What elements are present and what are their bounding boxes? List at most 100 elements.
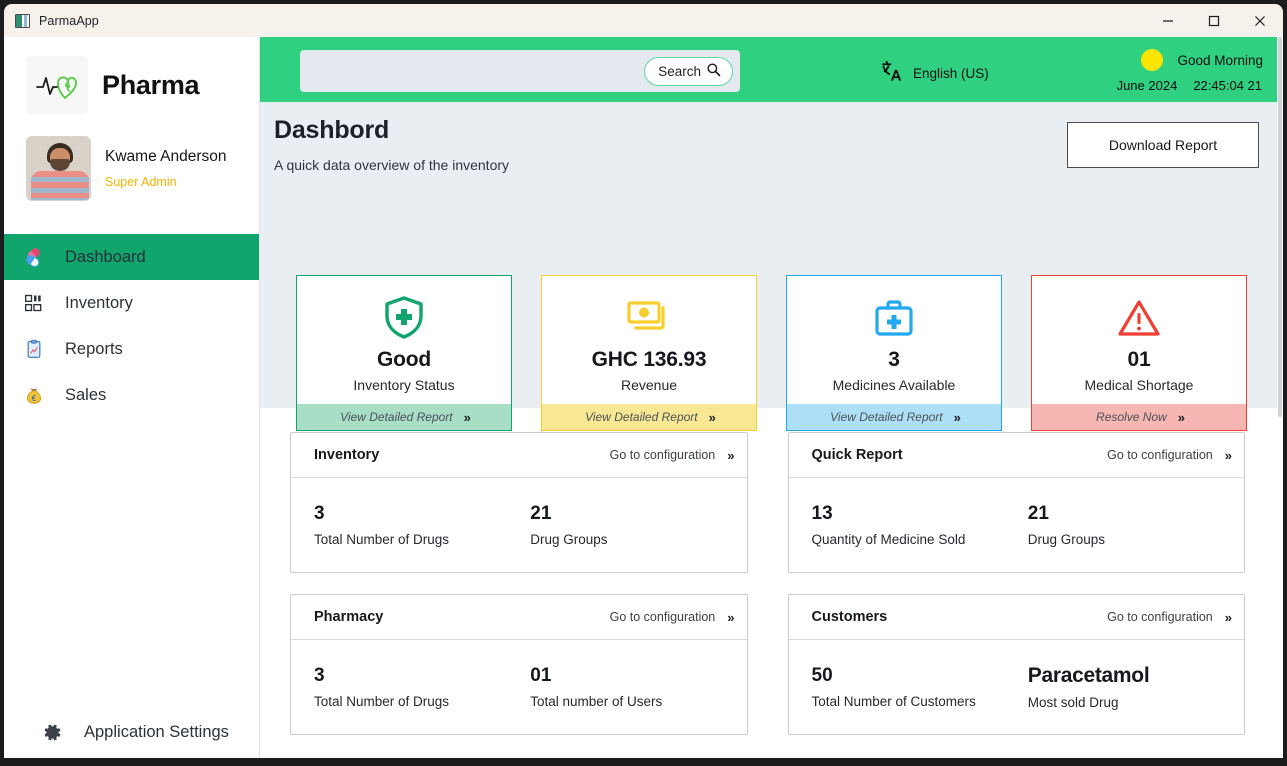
info-box-body: 3 Total Number of Drugs 01 Total number … [291, 640, 747, 734]
app-root: ParmaApp Pharma Kwame Anderson Super Adm… [0, 0, 1287, 766]
scrollbar-thumb[interactable] [1278, 37, 1282, 417]
info-box-stat-label: Total number of Users [530, 694, 663, 709]
info-box-stat: 21 Drug Groups [1028, 503, 1244, 547]
status-card-action-label: View Detailed Report [340, 410, 453, 424]
double-chevron-right-icon: » [1177, 409, 1185, 425]
status-card-action[interactable]: View Detailed Report » [542, 404, 756, 430]
svg-text:€: € [32, 394, 37, 403]
window-title: ParmaApp [39, 13, 99, 28]
main-content: Search English (US) Good Morning June 20… [260, 37, 1283, 758]
go-to-configuration-label: Go to configuration [609, 448, 716, 462]
vertical-scrollbar[interactable] [1277, 37, 1283, 758]
info-box-customers: Customers Go to configuration » 50 Total… [787, 594, 1245, 735]
info-box-stat-value: 21 [530, 503, 552, 524]
search-icon [706, 62, 721, 80]
status-card-list: Good Inventory Status View Detailed Repo… [296, 275, 1247, 431]
status-card-value: Good [376, 348, 432, 371]
user-profile[interactable]: Kwame Anderson Super Admin [4, 114, 259, 201]
datetime-row: June 2024 22:45:04 21 [963, 78, 1263, 93]
sidebar-item-dashboard[interactable]: Dashboard [4, 234, 259, 280]
overview-panel: Dashbord A quick data overview of the in… [260, 102, 1283, 431]
brand-name: Pharma [102, 69, 200, 100]
title-bar: ParmaApp [4, 4, 1283, 37]
inventory-blocks-icon [22, 291, 46, 315]
info-box-header: Inventory Go to configuration » [291, 433, 747, 478]
info-box-stat-label: Total Number of Drugs [314, 694, 450, 709]
status-card-body: 3 Medicines Available [787, 276, 1001, 404]
money-bag-icon: € [22, 383, 46, 407]
greeting-time: 22:45:04 21 [1193, 78, 1262, 93]
info-box-stat-label: Drug Groups [1027, 532, 1106, 547]
clipboard-icon [22, 337, 46, 361]
sidebar: Pharma Kwame Anderson Super Admin Dashbo… [4, 37, 260, 758]
info-box-stat-value: 21 [1027, 503, 1049, 524]
double-chevron-right-icon: » [1224, 447, 1232, 463]
info-box-header: Customers Go to configuration » [788, 595, 1244, 640]
download-report-button[interactable]: Download Report [1067, 122, 1259, 168]
status-card-action-label: Resolve Now [1096, 410, 1167, 424]
sidebar-item-label: Sales [65, 385, 107, 404]
info-box-stat: 3 Total Number of Drugs [314, 665, 530, 709]
double-chevron-right-icon: » [1224, 609, 1232, 625]
sidebar-item-label: Inventory [65, 293, 133, 312]
sidebar-item-label: Dashboard [65, 247, 146, 266]
info-box-stat: 13 Quantity of Medicine Sold [812, 503, 1028, 547]
double-chevron-right-icon: » [727, 447, 734, 463]
warning-triangle-icon [1116, 294, 1162, 342]
maximize-icon[interactable] [1191, 4, 1237, 37]
status-card-body: GHC 136.93 Revenue [542, 276, 756, 404]
status-card-body: 01 Medical Shortage [1032, 276, 1246, 404]
go-to-configuration-label: Go to configuration [1107, 610, 1213, 624]
page-subtitle: A quick data overview of the inventory [274, 157, 510, 173]
brand: Pharma [4, 37, 259, 114]
info-box-stat: 50 Total Number of Customers [812, 665, 1028, 709]
search-button[interactable]: Search [644, 56, 733, 86]
cash-icon [625, 294, 673, 342]
double-chevron-right-icon: » [463, 409, 471, 425]
status-card-revenue[interactable]: GHC 136.93 Revenue View Detailed Report … [541, 275, 757, 431]
status-card-body: Good Inventory Status [297, 276, 511, 404]
search-container: Search [300, 50, 740, 92]
double-chevron-right-icon: » [727, 609, 734, 625]
info-box-stat-label: Total Number of Customers [811, 694, 976, 709]
info-box-stat: 01 Total number of Users [530, 665, 746, 709]
sidebar-item-sales[interactable]: € Sales [4, 372, 259, 418]
status-card-action-label: View Detailed Report [585, 410, 698, 424]
greeting-text: Good Morning [1177, 52, 1263, 68]
go-to-configuration-label: Go to configuration [1107, 448, 1213, 462]
go-to-configuration-link[interactable]: Go to configuration » [609, 447, 735, 463]
go-to-configuration-label: Go to configuration [609, 610, 716, 624]
status-card-inventory-status[interactable]: Good Inventory Status View Detailed Repo… [296, 275, 512, 431]
info-box-title: Customers [811, 609, 888, 625]
info-box-title: Pharmacy [314, 609, 384, 625]
go-to-configuration-link[interactable]: Go to configuration » [1107, 609, 1232, 625]
sidebar-item-reports[interactable]: Reports [4, 326, 259, 372]
status-card-medicines-available[interactable]: 3 Medicines Available View Detailed Repo… [786, 275, 1002, 431]
status-card-action[interactable]: View Detailed Report » [787, 404, 1001, 430]
status-card-action[interactable]: Resolve Now » [1032, 404, 1246, 430]
go-to-configuration-link[interactable]: Go to configuration » [609, 609, 735, 625]
shield-plus-icon [383, 294, 425, 342]
sidebar-settings-label: Application Settings [84, 722, 229, 741]
sidebar-nav: Dashboard Inventory Reports € Sales [4, 234, 259, 418]
sidebar-item-inventory[interactable]: Inventory [4, 280, 259, 326]
sidebar-item-application-settings[interactable]: Application Settings [4, 720, 229, 744]
info-box-header: Pharmacy Go to configuration » [291, 595, 747, 640]
info-box-stat-value: 13 [811, 503, 833, 524]
status-card-medical-shortage[interactable]: 01 Medical Shortage Resolve Now » [1031, 275, 1247, 431]
status-card-value: GHC 136.93 [591, 348, 707, 371]
search-button-label: Search [658, 63, 701, 79]
titlebar-app-identity: ParmaApp [4, 13, 99, 28]
info-box-stat-label: Quantity of Medicine Sold [811, 532, 966, 547]
medical-kit-icon [872, 294, 916, 342]
status-card-value: 01 [1127, 348, 1151, 371]
pills-icon [22, 245, 46, 269]
info-box-stat-value: Paracetamol [1027, 664, 1150, 687]
status-card-label: Medicines Available [832, 377, 956, 393]
close-icon[interactable] [1237, 4, 1283, 37]
avatar [26, 136, 91, 201]
double-chevron-right-icon: » [953, 409, 961, 425]
status-card-action[interactable]: View Detailed Report » [297, 404, 511, 430]
minimize-icon[interactable] [1145, 4, 1191, 37]
go-to-configuration-link[interactable]: Go to configuration » [1107, 447, 1232, 463]
